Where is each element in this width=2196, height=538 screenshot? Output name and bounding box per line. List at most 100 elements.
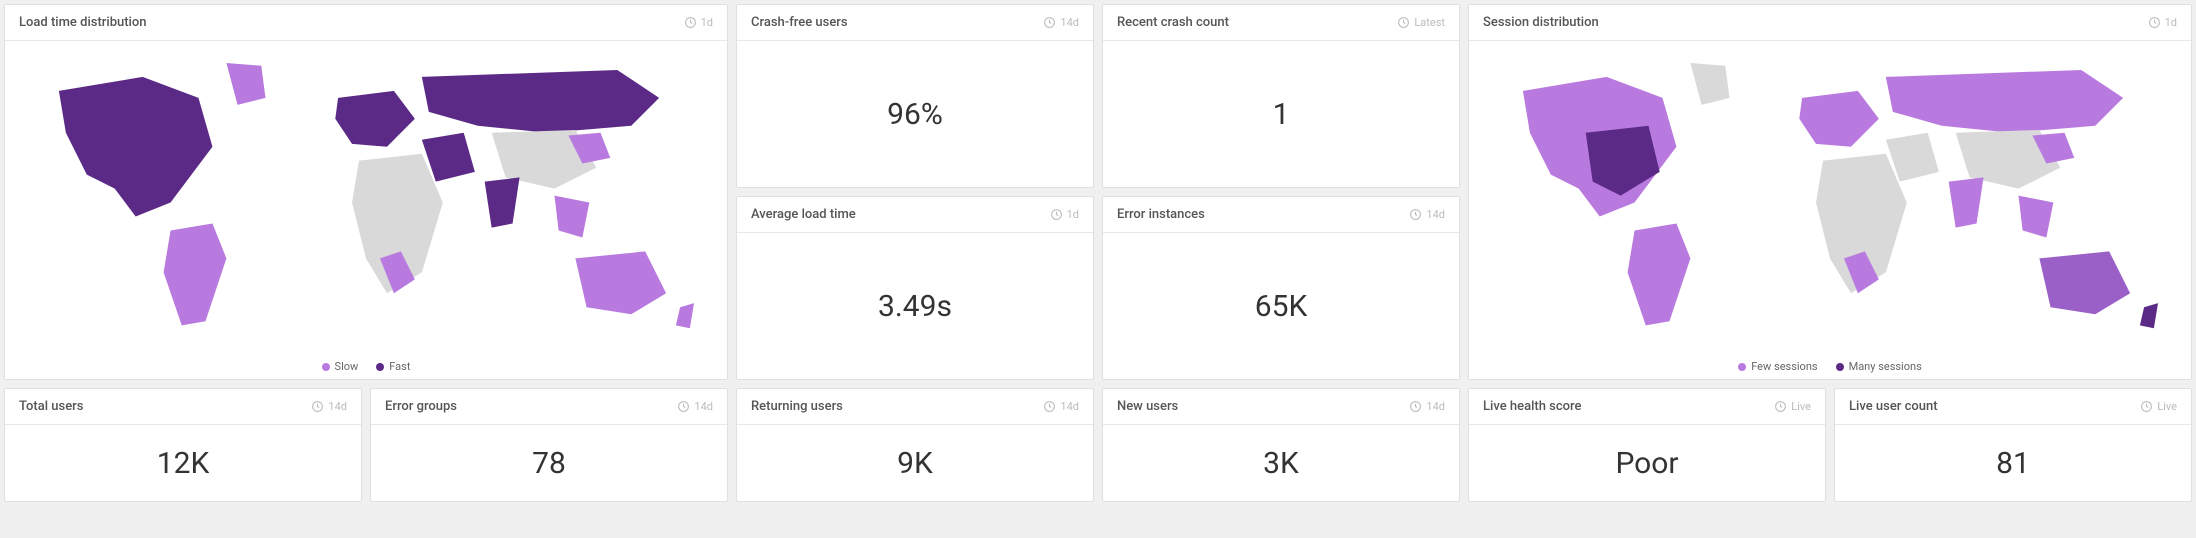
- legend-item-few: Few sessions: [1738, 360, 1817, 373]
- metric-value: 12K: [157, 446, 210, 481]
- card-body: 9K: [737, 425, 1093, 501]
- card-title: Load time distribution: [19, 15, 146, 30]
- card-recent-crash-count[interactable]: Recent crash count Latest 1: [1102, 4, 1460, 188]
- card-period: 14d: [1409, 208, 1445, 221]
- card-header: New users 14d: [1103, 389, 1459, 425]
- card-body: 1: [1103, 41, 1459, 187]
- legend-item-slow: Slow: [322, 360, 359, 373]
- period-label: 14d: [328, 400, 347, 413]
- card-body: 3K: [1103, 425, 1459, 501]
- period-label: 14d: [1426, 400, 1445, 413]
- clock-icon: [1409, 400, 1422, 413]
- card-body: 65K: [1103, 233, 1459, 379]
- legend-item-fast: Fast: [376, 360, 410, 373]
- card-title: Returning users: [751, 399, 843, 414]
- card-live-health-score[interactable]: Live health score Live Poor: [1468, 388, 1826, 502]
- card-period: Latest: [1397, 16, 1445, 29]
- clock-icon: [2140, 400, 2153, 413]
- card-header: Load time distribution 1d: [5, 5, 727, 41]
- clock-icon: [1043, 400, 1056, 413]
- card-header: Total users 14d: [5, 389, 361, 425]
- period-label: Live: [1791, 400, 1811, 413]
- legend-item-many: Many sessions: [1836, 360, 1922, 373]
- card-title: New users: [1117, 399, 1178, 414]
- card-header: Recent crash count Latest: [1103, 5, 1459, 41]
- clock-icon: [1043, 16, 1056, 29]
- card-period: 14d: [677, 400, 713, 413]
- card-body: 96%: [737, 41, 1093, 187]
- legend-dot-icon: [1836, 363, 1844, 371]
- card-header: Live health score Live: [1469, 389, 1825, 425]
- card-body: 78: [371, 425, 727, 501]
- legend-dot-icon: [322, 363, 330, 371]
- card-title: Average load time: [751, 207, 856, 222]
- card-new-users[interactable]: New users 14d 3K: [1102, 388, 1460, 502]
- metric-value: 96%: [887, 97, 943, 132]
- clock-icon: [684, 16, 697, 29]
- card-session-distribution[interactable]: Session distribution 1d: [1468, 4, 2192, 380]
- card-average-load-time[interactable]: Average load time 1d 3.49s: [736, 196, 1094, 380]
- legend-dot-icon: [1738, 363, 1746, 371]
- clock-icon: [311, 400, 324, 413]
- metric-value: 78: [532, 446, 566, 481]
- card-title: Error instances: [1117, 207, 1205, 222]
- metric-value: Poor: [1615, 446, 1678, 481]
- metric-value: 1: [1273, 97, 1290, 132]
- card-title: Crash-free users: [751, 15, 848, 30]
- clock-icon: [1050, 208, 1063, 221]
- card-title: Live user count: [1849, 399, 1938, 414]
- card-period: Live: [1774, 400, 1811, 413]
- card-header: Crash-free users 14d: [737, 5, 1093, 41]
- card-period: 1d: [1050, 208, 1079, 221]
- card-title: Recent crash count: [1117, 15, 1229, 30]
- card-period: 1d: [2148, 16, 2177, 29]
- metric-value: 3K: [1263, 446, 1299, 481]
- period-label: 1d: [2165, 16, 2177, 29]
- clock-icon: [1397, 16, 1410, 29]
- card-total-users[interactable]: Total users 14d 12K: [4, 388, 362, 502]
- legend-label: Few sessions: [1751, 360, 1817, 373]
- card-body: 81: [1835, 425, 2191, 501]
- legend-label: Many sessions: [1849, 360, 1922, 373]
- card-period: 1d: [684, 16, 713, 29]
- card-header: Average load time 1d: [737, 197, 1093, 233]
- map-container: Slow Fast: [5, 41, 727, 379]
- period-label: 1d: [1067, 208, 1079, 221]
- metric-value: 3.49s: [878, 289, 952, 324]
- card-body: 3.49s: [737, 233, 1093, 379]
- period-label: 14d: [694, 400, 713, 413]
- card-period: Live: [2140, 400, 2177, 413]
- card-title: Session distribution: [1483, 15, 1599, 30]
- legend-label: Slow: [335, 360, 359, 373]
- clock-icon: [677, 400, 690, 413]
- map-container: Few sessions Many sessions: [1469, 41, 2191, 379]
- period-label: 14d: [1060, 400, 1079, 413]
- card-body: 12K: [5, 425, 361, 501]
- metric-value: 9K: [897, 446, 933, 481]
- card-title: Total users: [19, 399, 83, 414]
- card-header: Session distribution 1d: [1469, 5, 2191, 41]
- card-header: Live user count Live: [1835, 389, 2191, 425]
- card-load-time-distribution[interactable]: Load time distribution 1d: [4, 4, 728, 380]
- dashboard-grid: Load time distribution 1d: [4, 4, 2192, 502]
- card-error-instances[interactable]: Error instances 14d 65K: [1102, 196, 1460, 380]
- card-header: Error groups 14d: [371, 389, 727, 425]
- period-label: 1d: [701, 16, 713, 29]
- card-period: 14d: [1409, 400, 1445, 413]
- map-legend: Slow Fast: [17, 356, 715, 373]
- period-label: Latest: [1414, 16, 1445, 29]
- clock-icon: [2148, 16, 2161, 29]
- period-label: Live: [2157, 400, 2177, 413]
- world-map-icon: [17, 49, 715, 356]
- legend-dot-icon: [376, 363, 384, 371]
- card-returning-users[interactable]: Returning users 14d 9K: [736, 388, 1094, 502]
- metric-value: 65K: [1255, 289, 1308, 324]
- card-live-user-count[interactable]: Live user count Live 81: [1834, 388, 2192, 502]
- period-label: 14d: [1426, 208, 1445, 221]
- world-map-icon: [1481, 49, 2179, 356]
- card-header: Error instances 14d: [1103, 197, 1459, 233]
- card-crash-free-users[interactable]: Crash-free users 14d 96%: [736, 4, 1094, 188]
- card-header: Returning users 14d: [737, 389, 1093, 425]
- card-error-groups[interactable]: Error groups 14d 78: [370, 388, 728, 502]
- period-label: 14d: [1060, 16, 1079, 29]
